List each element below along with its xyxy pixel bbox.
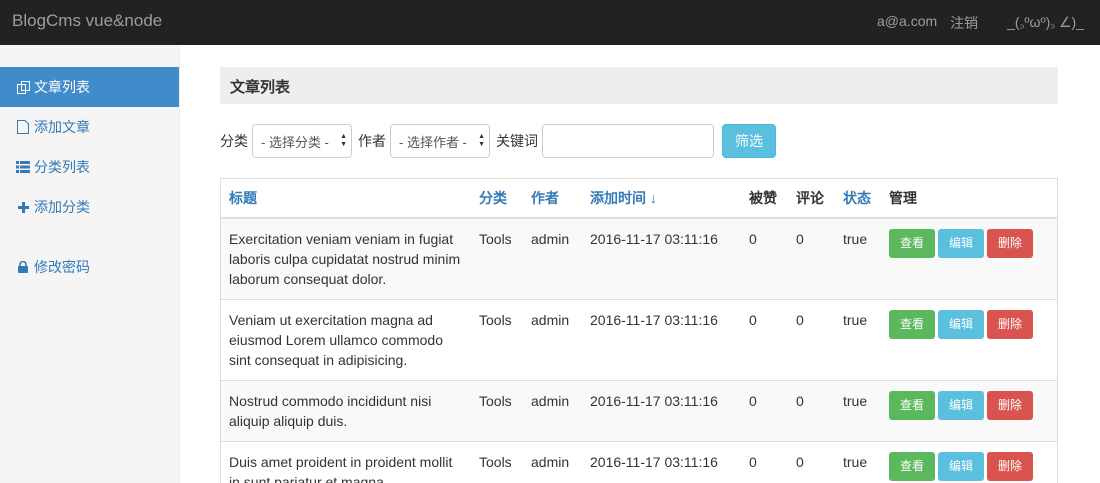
row-category: Tools xyxy=(471,217,523,300)
row-comments: 0 xyxy=(788,217,835,300)
row-likes: 0 xyxy=(741,299,788,381)
sidebar-item-label: 修改密码 xyxy=(34,259,90,275)
sidebar: 文章列表 添加文章 分类列表 添加分类 修改密码 xyxy=(0,45,180,483)
row-author: admin xyxy=(523,217,582,300)
plus-icon xyxy=(16,200,30,214)
row-added-time: 2016-11-17 03:11:16 xyxy=(582,299,741,381)
delete-button[interactable]: 删除 xyxy=(987,452,1033,481)
row-author: admin xyxy=(523,380,582,442)
sidebar-item-category-list[interactable]: 分类列表 xyxy=(0,147,179,187)
list-icon xyxy=(16,160,30,174)
select-arrows-icon: ▲ ▼ xyxy=(340,133,347,148)
header-manage: 管理 xyxy=(881,179,1057,219)
row-likes: 0 xyxy=(741,441,788,483)
header-added-time[interactable]: 添加时间 ↓ xyxy=(582,179,741,219)
author-label: 作者 xyxy=(358,133,386,149)
sidebar-item-add-article[interactable]: 添加文章 xyxy=(0,107,179,147)
brand-title[interactable]: BlogCms vue&node xyxy=(12,11,162,31)
view-button[interactable]: 查看 xyxy=(889,452,935,481)
edit-button[interactable]: 编辑 xyxy=(938,229,984,258)
header-likes: 被赞 xyxy=(741,179,788,219)
sidebar-item-change-password[interactable]: 修改密码 xyxy=(0,247,179,287)
row-title: Veniam ut exercitation magna ad eiusmod … xyxy=(221,299,471,381)
sidebar-item-label: 添加分类 xyxy=(34,199,90,215)
row-title: Duis amet proident in proident mollit in… xyxy=(221,441,471,483)
sidebar-item-label: 文章列表 xyxy=(34,79,90,95)
edit-button[interactable]: 编辑 xyxy=(938,310,984,339)
sidebar-item-label: 分类列表 xyxy=(34,159,90,175)
edit-button[interactable]: 编辑 xyxy=(938,391,984,420)
row-title: Nostrud commodo incididunt nisi aliquip … xyxy=(221,380,471,442)
delete-button[interactable]: 删除 xyxy=(987,310,1033,339)
row-actions: 查看 编辑 删除 xyxy=(881,217,1057,300)
author-select-value: - 选择作者 - xyxy=(399,134,467,150)
delete-button[interactable]: 删除 xyxy=(987,391,1033,420)
file-icon xyxy=(16,120,30,134)
view-button[interactable]: 查看 xyxy=(889,310,935,339)
category-select-value: - 选择分类 - xyxy=(261,134,329,150)
row-author: admin xyxy=(523,299,582,381)
row-likes: 0 xyxy=(741,217,788,300)
row-comments: 0 xyxy=(788,299,835,381)
sort-down-icon: ↓ xyxy=(649,190,657,206)
delete-button[interactable]: 删除 xyxy=(987,229,1033,258)
header-title[interactable]: 标题 xyxy=(221,179,471,219)
row-comments: 0 xyxy=(788,441,835,483)
row-actions: 查看 编辑 删除 xyxy=(881,441,1057,483)
sidebar-item-article-list[interactable]: 文章列表 xyxy=(0,67,179,107)
lock-icon xyxy=(16,260,30,274)
header-comments: 评论 xyxy=(788,179,835,219)
logout-link[interactable]: 注销 xyxy=(950,13,978,33)
table-row: Duis amet proident in proident mollit in… xyxy=(221,441,1057,483)
table-header-row: 标题 分类 作者 添加时间 ↓ 被赞 评论 状态 管理 xyxy=(221,179,1057,219)
row-added-time: 2016-11-17 03:11:16 xyxy=(582,217,741,300)
copy-icon xyxy=(16,80,30,94)
row-status: true xyxy=(835,380,881,442)
filter-bar: 分类 - 选择分类 - ▲ ▼ 作者 - 选择作者 - ▲ ▼ 关键词 筛选 xyxy=(220,124,776,158)
row-added-time: 2016-11-17 03:11:16 xyxy=(582,441,741,483)
keyword-input[interactable] xyxy=(542,124,714,158)
select-arrows-icon: ▲ ▼ xyxy=(478,133,485,148)
row-category: Tools xyxy=(471,380,523,442)
row-actions: 查看 编辑 删除 xyxy=(881,380,1057,442)
header-status[interactable]: 状态 xyxy=(835,179,881,219)
row-title: Exercitation veniam veniam in fugiat lab… xyxy=(221,217,471,300)
row-category: Tools xyxy=(471,441,523,483)
row-category: Tools xyxy=(471,299,523,381)
header-added-label: 添加时间 xyxy=(590,190,646,206)
category-label: 分类 xyxy=(220,133,248,149)
row-status: true xyxy=(835,299,881,381)
row-comments: 0 xyxy=(788,380,835,442)
article-table: 标题 分类 作者 添加时间 ↓ 被赞 评论 状态 管理 Exercitation… xyxy=(220,178,1058,483)
view-button[interactable]: 查看 xyxy=(889,229,935,258)
user-email-link[interactable]: a@a.com xyxy=(877,13,937,33)
page-title: 文章列表 xyxy=(220,67,1058,104)
category-select[interactable]: - 选择分类 - ▲ ▼ xyxy=(252,124,352,158)
table-row: Exercitation veniam veniam in fugiat lab… xyxy=(221,217,1057,300)
row-author: admin xyxy=(523,441,582,483)
table-row: Veniam ut exercitation magna ad eiusmod … xyxy=(221,299,1057,381)
row-status: true xyxy=(835,441,881,483)
row-likes: 0 xyxy=(741,380,788,442)
sidebar-item-label: 添加文章 xyxy=(34,119,90,135)
edit-button[interactable]: 编辑 xyxy=(938,452,984,481)
header-category[interactable]: 分类 xyxy=(471,179,523,219)
emoticon-link[interactable]: _(꜆ºωº)꜆ ∠)_ xyxy=(1007,13,1084,33)
header-author[interactable]: 作者 xyxy=(523,179,582,219)
filter-button[interactable]: 筛选 xyxy=(722,124,776,158)
keyword-label: 关键词 xyxy=(496,133,538,149)
navbar-right: a@a.com 注销 _(꜆ºωº)꜆ ∠)_ xyxy=(877,13,1084,33)
author-select[interactable]: - 选择作者 - ▲ ▼ xyxy=(390,124,490,158)
top-navbar: BlogCms vue&node a@a.com 注销 _(꜆ºωº)꜆ ∠)_ xyxy=(0,0,1100,45)
row-actions: 查看 编辑 删除 xyxy=(881,299,1057,381)
table-row: Nostrud commodo incididunt nisi aliquip … xyxy=(221,380,1057,442)
sidebar-item-add-category[interactable]: 添加分类 xyxy=(0,187,179,227)
row-status: true xyxy=(835,217,881,300)
row-added-time: 2016-11-17 03:11:16 xyxy=(582,380,741,442)
view-button[interactable]: 查看 xyxy=(889,391,935,420)
